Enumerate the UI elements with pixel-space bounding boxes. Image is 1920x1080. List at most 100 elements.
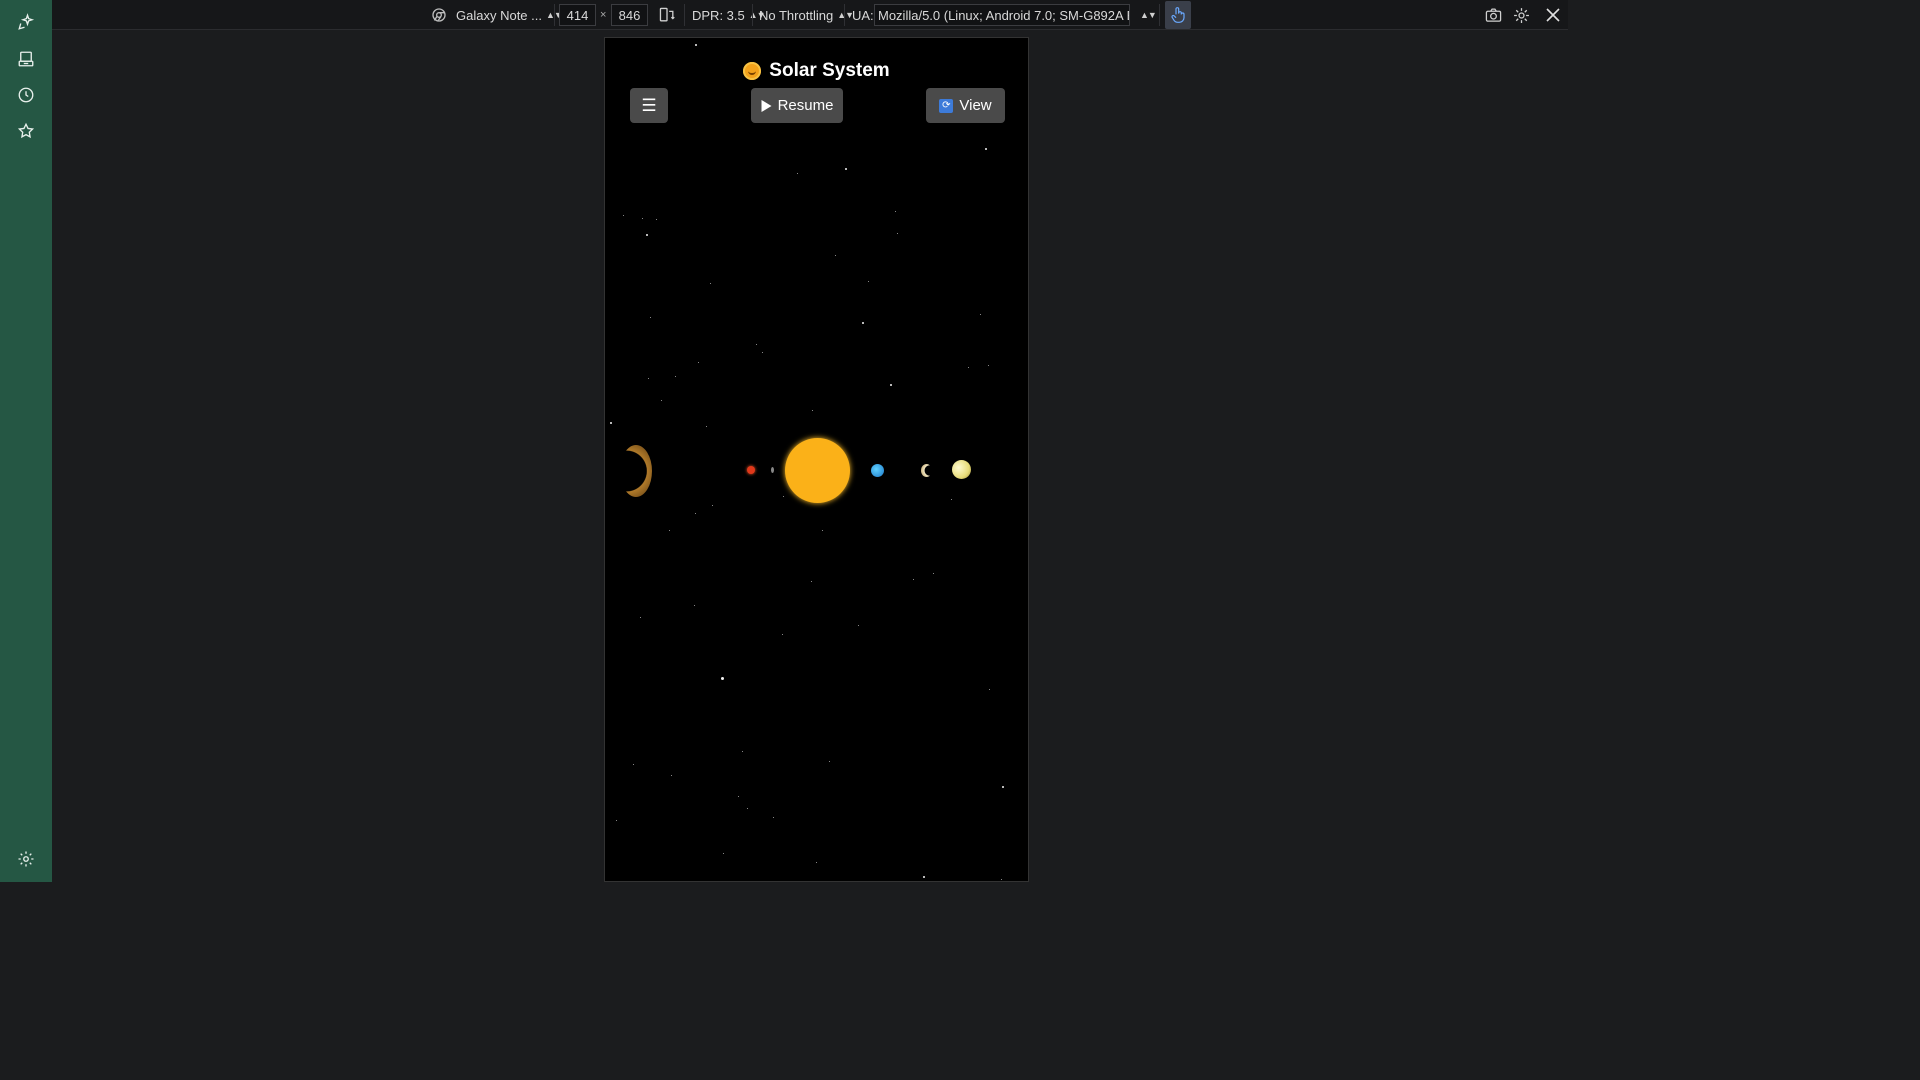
menu-button[interactable]: ☰ [630,88,668,123]
divider [554,4,555,26]
star [895,211,896,212]
star [782,634,783,635]
star [773,817,774,818]
star [890,384,892,386]
venus-crescent[interactable] [921,464,932,477]
star [951,499,952,500]
divider [752,4,753,26]
play-icon [761,99,772,112]
star [710,283,711,284]
toolbar-settings-icon[interactable] [1509,0,1533,30]
star-icon[interactable] [16,121,36,141]
title-text: Solar System [769,60,890,81]
star [1002,786,1004,788]
screenshot-icon[interactable] [1481,0,1505,30]
star [738,796,739,797]
view-button[interactable]: ⟳ View [926,88,1005,123]
throttling-label: No Throttling [759,7,834,23]
star [762,352,763,353]
ua-label: UA: [852,7,874,23]
star [816,862,817,863]
outer-planet-crescent[interactable] [620,445,652,497]
star [811,581,812,582]
star [712,505,713,506]
resume-label: Resume [777,97,834,114]
sun-emoji-icon [743,62,762,80]
settings-icon[interactable] [16,849,36,869]
star [698,362,699,363]
history-icon[interactable] [16,85,36,105]
star [650,317,651,318]
star [862,322,864,324]
star [616,820,617,821]
chrome-icon [432,8,446,22]
star [913,579,914,580]
star [633,764,634,765]
divider [844,4,845,26]
device-name: Galaxy Note ... [456,7,542,23]
sparkle-icon[interactable] [16,12,36,32]
device-toolbar: Galaxy Note ... ▲▼ 414 × 846 DPR: 3.5 ▲▼… [52,0,1568,30]
star [989,689,990,690]
mars-planet[interactable] [747,466,755,474]
ua-dropdown[interactable]: ▲▼ [1136,0,1157,30]
star [656,219,657,220]
star [829,761,830,762]
star [923,876,925,878]
star [812,410,813,411]
star [845,168,847,170]
device-viewport: Solar System ☰ Resume ⟳ View [604,37,1029,882]
divider [1159,4,1160,26]
dpr-label: DPR: 3.5 [692,7,745,23]
close-icon[interactable] [1541,0,1565,30]
star [695,513,696,514]
star [640,617,641,618]
star [723,853,724,854]
sun[interactable] [785,438,850,503]
star [783,496,784,497]
star [706,426,707,427]
device-icon[interactable] [16,49,36,69]
width-input[interactable]: 414 [559,4,596,26]
star [694,605,695,606]
star [897,233,898,234]
mercury-planet[interactable] [771,467,774,473]
divider [684,4,685,26]
sidebar [0,0,52,882]
throttling-selector[interactable]: No Throttling ▲▼ [759,0,854,30]
star [756,344,757,345]
star [642,218,643,219]
ua-input[interactable]: Mozilla/5.0 (Linux; Android 7.0; SM-G892… [874,4,1130,26]
star [797,173,798,174]
star [721,677,724,680]
hand-pointer-icon [1171,7,1185,23]
star [661,400,662,401]
star [933,573,934,574]
star [988,365,989,366]
star [671,775,672,776]
star [669,530,670,531]
dpr-selector[interactable]: DPR: 3.5 ▲▼ [692,0,766,30]
resume-button[interactable]: Resume [751,88,843,123]
star [610,422,612,424]
updown-icon: ▲▼ [1140,10,1157,20]
star [675,376,676,377]
star [648,378,649,379]
star [747,808,748,809]
view-label: View [959,97,992,114]
rotate-icon[interactable] [656,0,678,30]
height-input[interactable]: 846 [611,4,648,26]
refresh-icon: ⟳ [939,98,954,113]
star [695,44,697,46]
star [742,751,743,752]
star [858,625,859,626]
star [980,314,981,315]
updown-icon: ▲▼ [837,10,854,20]
jupiter-planet[interactable] [952,460,971,479]
device-selector[interactable]: Galaxy Note ... ▲▼ [431,0,563,30]
touch-toggle[interactable] [1165,1,1191,29]
earth-planet[interactable] [871,464,884,477]
star [646,234,648,236]
star [985,148,987,150]
times-symbol: × [600,9,607,21]
